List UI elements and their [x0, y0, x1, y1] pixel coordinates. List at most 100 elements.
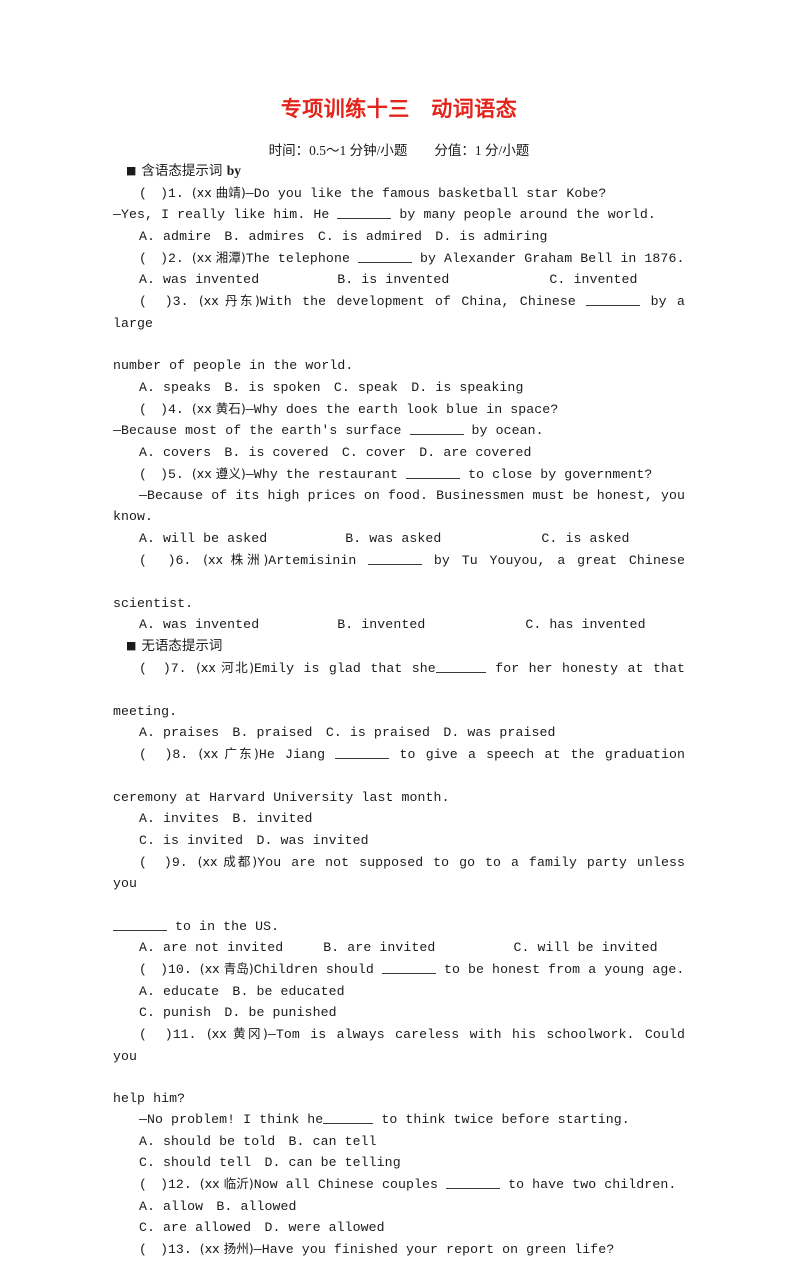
section-label-cn: 含语态提示词	[141, 163, 223, 179]
question-1-text: —Do you like the famous basketball star …	[245, 186, 607, 201]
question-9-blank	[113, 919, 167, 931]
question-4-stem-line1: ( )4. (xx 黄石)—Why does the earth look bl…	[113, 398, 685, 420]
question-13-source: (xx 扬州)	[199, 1241, 254, 1257]
question-4-text-pre: —Because most of the earth's surface	[113, 423, 410, 439]
answer-paren-4: ( )4.	[139, 401, 184, 417]
page-title: 专项训练十三 动词语态	[280, 97, 518, 121]
answer-paren-5: ( )5.	[139, 466, 184, 482]
section-label-en: by	[226, 163, 241, 178]
question-12-blank	[446, 1177, 501, 1190]
question-3-text-pre: With the development of China, Chinese	[259, 294, 587, 310]
question-4-text-post: by ocean.	[463, 423, 544, 439]
question-1-text-pre: —Yes, I really like him. He	[113, 207, 338, 223]
question-5-option-a: A. will be asked	[139, 530, 268, 546]
question-2-text-pre: The telephone	[245, 250, 358, 266]
question-6-stem-cont: scientist.	[113, 595, 194, 611]
question-10-options-line2: C. punish D. be punished	[139, 1004, 337, 1020]
question-11-source: (xx 黄冈)	[206, 1026, 268, 1042]
question-11-options-line1: A. should be told B. can tell	[139, 1133, 377, 1149]
answer-paren-7: ( )7.	[139, 661, 187, 677]
question-3-source: (xx 丹东)	[198, 293, 260, 309]
question-8-stem-cont: ceremony at Harvard University last mont…	[113, 790, 450, 806]
question-6-stem: ( )6. (xx 株洲)Artemisinin by Tu Youyou, a…	[113, 549, 685, 593]
question-11-text: —Tom is always careless with his schoolw…	[113, 1027, 685, 1064]
question-2-option-c: C. invented	[549, 272, 638, 288]
question-11-stem-line2: —No problem! I think he to think twice b…	[113, 1109, 685, 1130]
question-3-options: A. speaks B. is spoken C. speak D. is sp…	[139, 379, 524, 395]
question-9-option-c: C. will be invited	[513, 940, 658, 956]
question-4-source: (xx 黄石)	[191, 400, 246, 416]
answer-paren-2: ( )2.	[139, 250, 184, 266]
question-11-blank	[323, 1112, 374, 1125]
question-12-stem: ( )12. (xx 临沂)Now all Chinese couples to…	[113, 1173, 685, 1195]
question-7-blank	[435, 661, 486, 674]
question-1-text-post: by many people around the world.	[391, 207, 656, 223]
section-label-cn-2: 无语态提示词	[141, 638, 223, 655]
question-7-text-post: for her honesty at that	[485, 661, 686, 677]
answer-paren-12: ( )12.	[139, 1177, 192, 1193]
section-heading-1: ■ 含语态提示词 by	[113, 160, 685, 182]
question-9-option-b: B. are invited	[323, 940, 436, 956]
question-3-stem-cont: number of people in the world.	[113, 358, 354, 374]
question-12-source: (xx 临沂)	[199, 1176, 254, 1192]
question-10-text-post: to be honest from a young age.	[435, 962, 685, 978]
question-2-text-post: by Alexander Graham Bell in 1876.	[412, 250, 685, 266]
question-11-stem-cont: help him?	[113, 1091, 186, 1107]
question-3-stem: ( )3. (xx 丹东)With the development of Chi…	[113, 290, 685, 355]
question-7-options: A. praises B. praised C. is praised D. w…	[139, 725, 556, 741]
question-5-source: (xx 遵义)	[191, 465, 246, 481]
question-12-text-post: to have two children.	[500, 1177, 677, 1193]
question-6-options: A. was invented B. invented C. has invente…	[113, 614, 685, 635]
question-7-stem-cont: meeting.	[113, 703, 178, 719]
question-2-options: A. was invented B. is invented C. invented	[113, 269, 685, 290]
question-2-option-b: B. is invented	[337, 272, 450, 288]
question-6-source: (xx 株洲)	[203, 552, 269, 568]
question-2-option-a: A. was invented	[139, 272, 260, 288]
question-10-blank	[381, 962, 436, 975]
question-6-blank	[368, 553, 423, 566]
document-body: ■ 含语态提示词 by ( )1. (xx 曲靖)—Do you like the…	[113, 160, 685, 1261]
question-10-source: (xx 青岛)	[199, 961, 254, 977]
question-7-text-pre: Emily is glad that she	[254, 661, 436, 677]
question-5-stem-line2: —Because of its high prices on food. Bus…	[113, 488, 685, 525]
question-4-text: —Why does the earth look blue in space?	[245, 401, 559, 417]
square-bullet-icon: ■	[126, 164, 137, 177]
question-10-text-pre: Children should	[253, 962, 382, 978]
question-8-text-pre: He Jiang	[258, 747, 336, 763]
question-2-stem: ( )2. (xx 湘潭)The telephone by Alexander …	[113, 247, 685, 269]
question-12-options-line1: A. allow B. allowed	[139, 1198, 297, 1214]
question-10-options-line1: A. educate B. be educated	[139, 983, 345, 999]
answer-paren-11: ( )11.	[139, 1027, 197, 1043]
answer-paren-1: ( )1.	[139, 186, 184, 201]
question-8-options-line1: A. invites B. invited	[139, 811, 313, 827]
question-2-blank	[358, 251, 412, 263]
question-9-stem-cont: to in the US.	[113, 916, 685, 937]
question-13-stem: ( )13. (xx 扬州)—Have you finished your re…	[113, 1238, 685, 1260]
question-9-stem: ( )9. (xx 成都)You are not supposed to go …	[113, 851, 685, 916]
answer-paren-3: ( )3.	[139, 294, 189, 310]
question-8-options-line2: C. is invited D. was invited	[139, 832, 369, 848]
question-12-options-line2: C. are allowed D. were allowed	[139, 1219, 385, 1235]
question-10-stem: ( )10. (xx 青岛)Children should to be hone…	[113, 958, 685, 980]
question-6-option-a: A. was invented	[139, 616, 260, 632]
question-11-stem-line1: ( )11. (xx 黄冈)—Tom is always careless wi…	[113, 1023, 685, 1088]
question-4-options: A. covers B. is covered C. cover D. are …	[139, 444, 532, 460]
question-1-stem-line1: ( )1. (xx 曲靖)—Do you like the famous bas…	[113, 182, 685, 204]
question-5-option-c: C. is asked	[541, 530, 630, 546]
question-5-text-post: to close by government?	[460, 466, 653, 482]
question-11-text-pre: —No problem! I think he	[139, 1112, 324, 1128]
question-6-option-c: C. has invented	[525, 616, 646, 632]
question-11-options-line2: C. should tell D. can be telling	[139, 1155, 401, 1171]
section-heading-2: ■ 无语态提示词	[113, 635, 685, 657]
question-13-text: —Have you finished your report on green …	[253, 1242, 615, 1258]
document-page: 专项训练十三 动词语态 时间：0.5～1 分钟/小题 分值：1 分/小题 ■ 含语…	[113, 0, 685, 1257]
question-9-option-a: A. are not invited	[139, 940, 284, 956]
question-5-options: A. will be asked B. was asked C. is asked	[113, 528, 685, 549]
question-7-source: (xx 河北)	[195, 660, 255, 676]
answer-paren-6: ( )6.	[139, 553, 192, 569]
question-4-stem-line2: —Because most of the earth's surface by …	[113, 420, 685, 441]
question-8-source: (xx 广东)	[198, 746, 259, 762]
question-6-text-pre: Artemisinin	[268, 553, 369, 569]
question-5-option-b: B. was asked	[345, 530, 442, 546]
question-3-blank	[586, 294, 641, 307]
